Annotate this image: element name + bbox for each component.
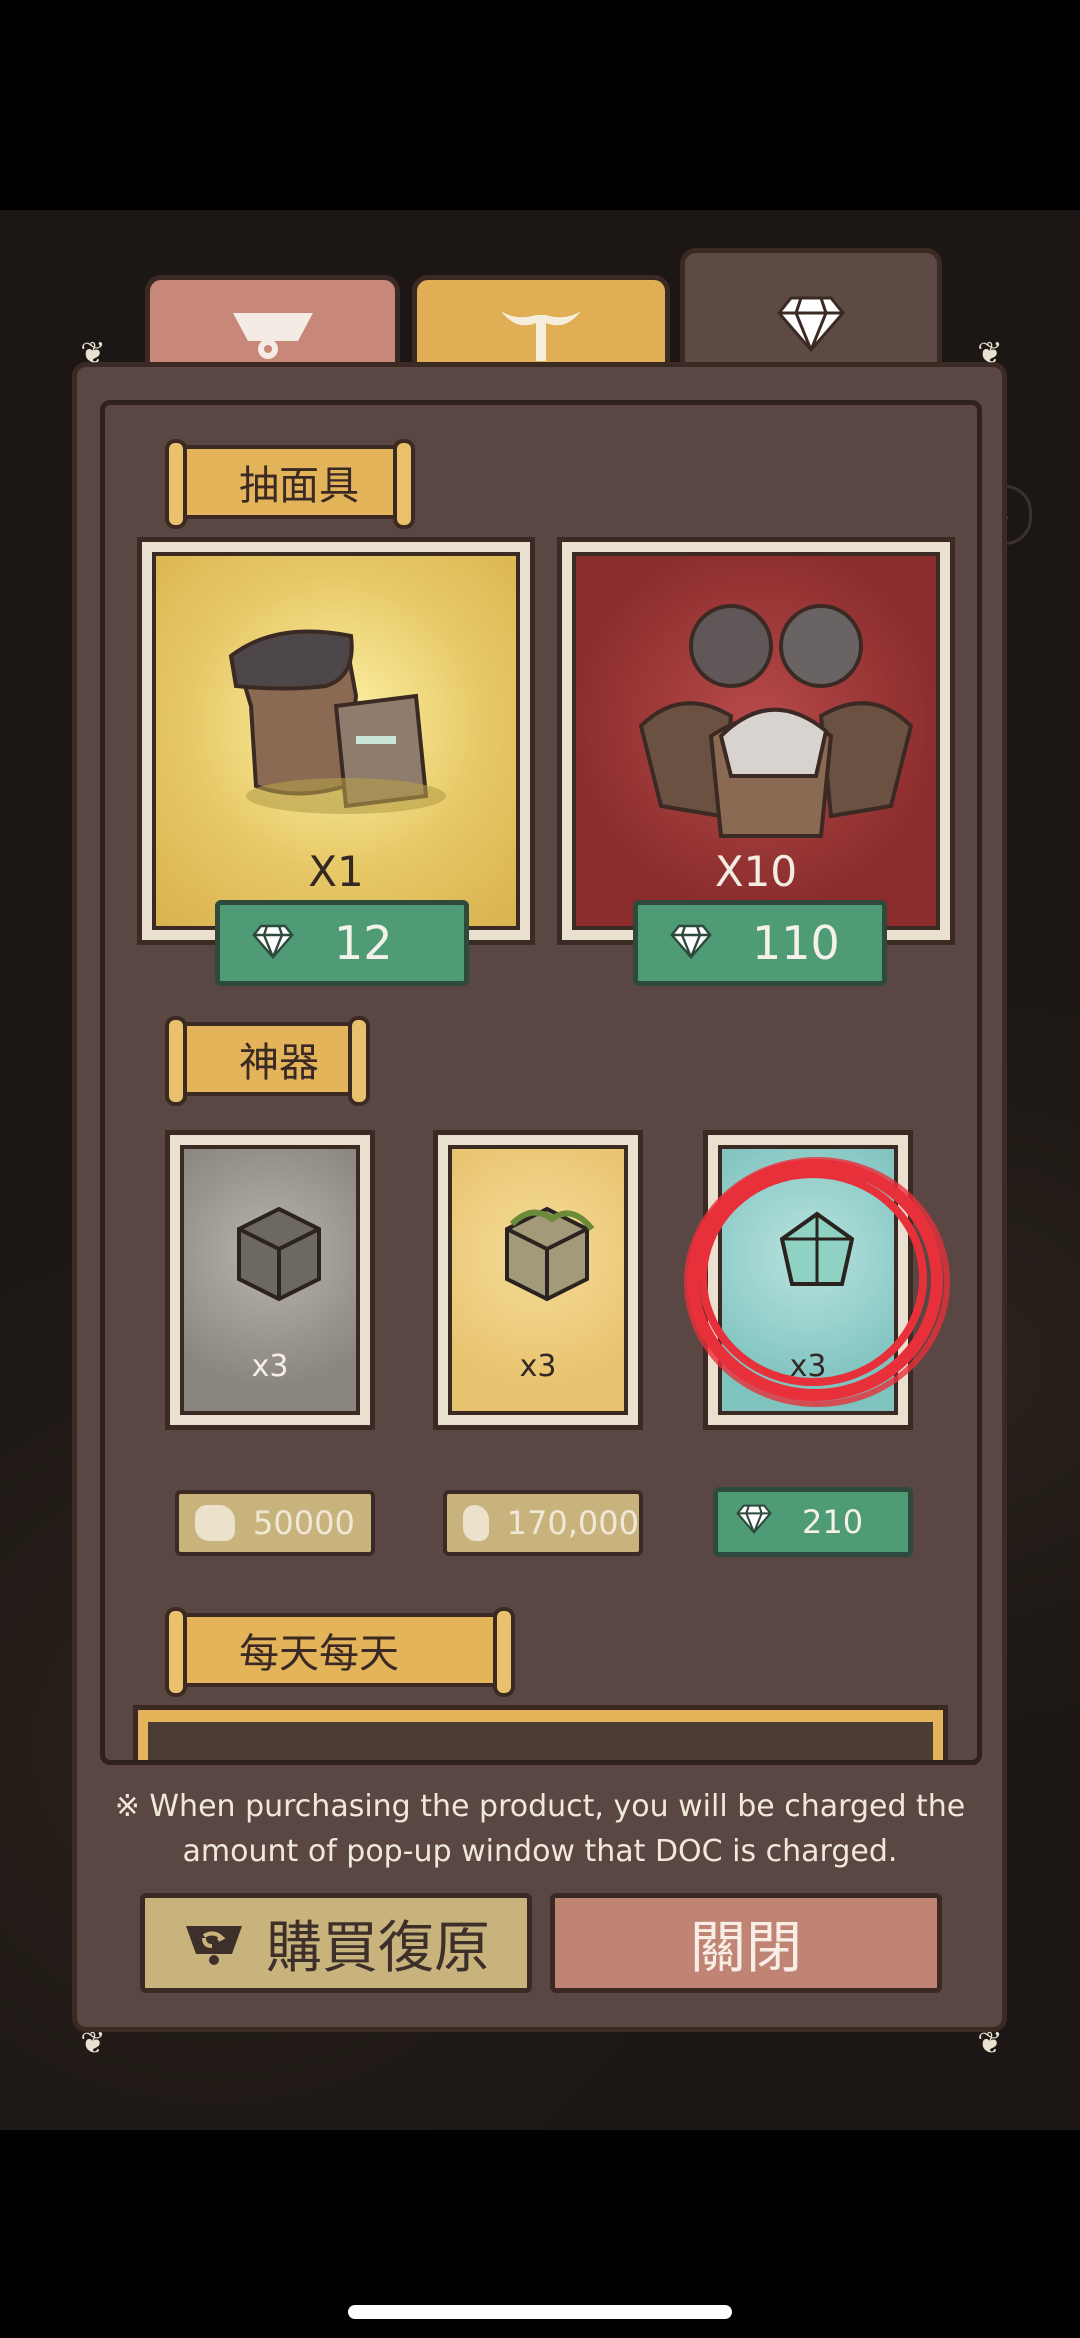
buy-artifact-1-button[interactable]: 50000 [175,1490,375,1556]
restore-label: 購買復原 [266,1915,490,1981]
price-label: 50000 [253,1504,355,1542]
rock-icon [463,1505,489,1541]
home-indicator[interactable] [348,2305,732,2319]
shop-scroll-area[interactable]: 抽面具 X1 12 X10 110 神器 x3 50000 x3 170,000… [100,400,982,1765]
mask-pack-x10[interactable]: X10 [557,537,955,945]
quantity-label: x3 [519,1349,557,1384]
diamond-icon [777,296,845,353]
buy-x10-button[interactable]: 110 [633,900,887,986]
horns-icon [501,310,581,361]
restore-cart-icon [186,1926,242,1965]
cart-icon [232,312,313,359]
quantity-label: X1 [308,847,364,896]
corner-ornament: ❦ [977,2026,1003,2061]
mask-single-icon [228,629,446,814]
corner-ornament: ❦ [977,336,1003,371]
quantity-label: X10 [714,847,798,896]
section-title-masks: 抽面具 [165,439,415,529]
diamond-icon [670,916,712,970]
artifact-grey-cube[interactable]: x3 [165,1130,375,1430]
price-label: 110 [752,916,840,970]
restore-purchase-button[interactable]: 購買復原 [140,1893,532,1993]
close-label: 關閉 [690,1915,802,1981]
annotation-circle [684,1157,950,1407]
close-button[interactable]: 關閉 [550,1893,942,1993]
purchase-notice: ※ When purchasing the product, you will … [114,1789,966,1869]
card-art: x3 [180,1145,360,1415]
corner-ornament: ❦ [80,336,106,371]
mask-pack-x1[interactable]: X1 [137,537,535,945]
diamond-icon [736,1503,772,1542]
section-title-artifacts: 神器 [165,1016,370,1106]
section-title-daily: 每天每天 [165,1607,515,1697]
rock-icon [195,1505,235,1541]
price-label: 210 [802,1503,864,1541]
artifact-gold-cube[interactable]: x3 [433,1130,643,1430]
price-label: 12 [334,916,393,970]
diamond-icon [252,916,294,970]
artifact-cube-icon [505,1206,595,1302]
mask-bundle-icon [638,604,914,838]
daily-offer-card[interactable] [133,1705,948,1760]
buy-artifact-3-button[interactable]: 210 [713,1487,913,1557]
buy-artifact-2-button[interactable]: 170,000 [443,1490,643,1556]
artifact-cube-icon [237,1206,321,1302]
buy-x1-button[interactable]: 12 [215,900,469,986]
corner-ornament: ❦ [80,2026,106,2061]
card-art: x3 [448,1145,628,1415]
price-label: 170,000 [506,1504,639,1542]
quantity-label: x3 [251,1349,289,1384]
